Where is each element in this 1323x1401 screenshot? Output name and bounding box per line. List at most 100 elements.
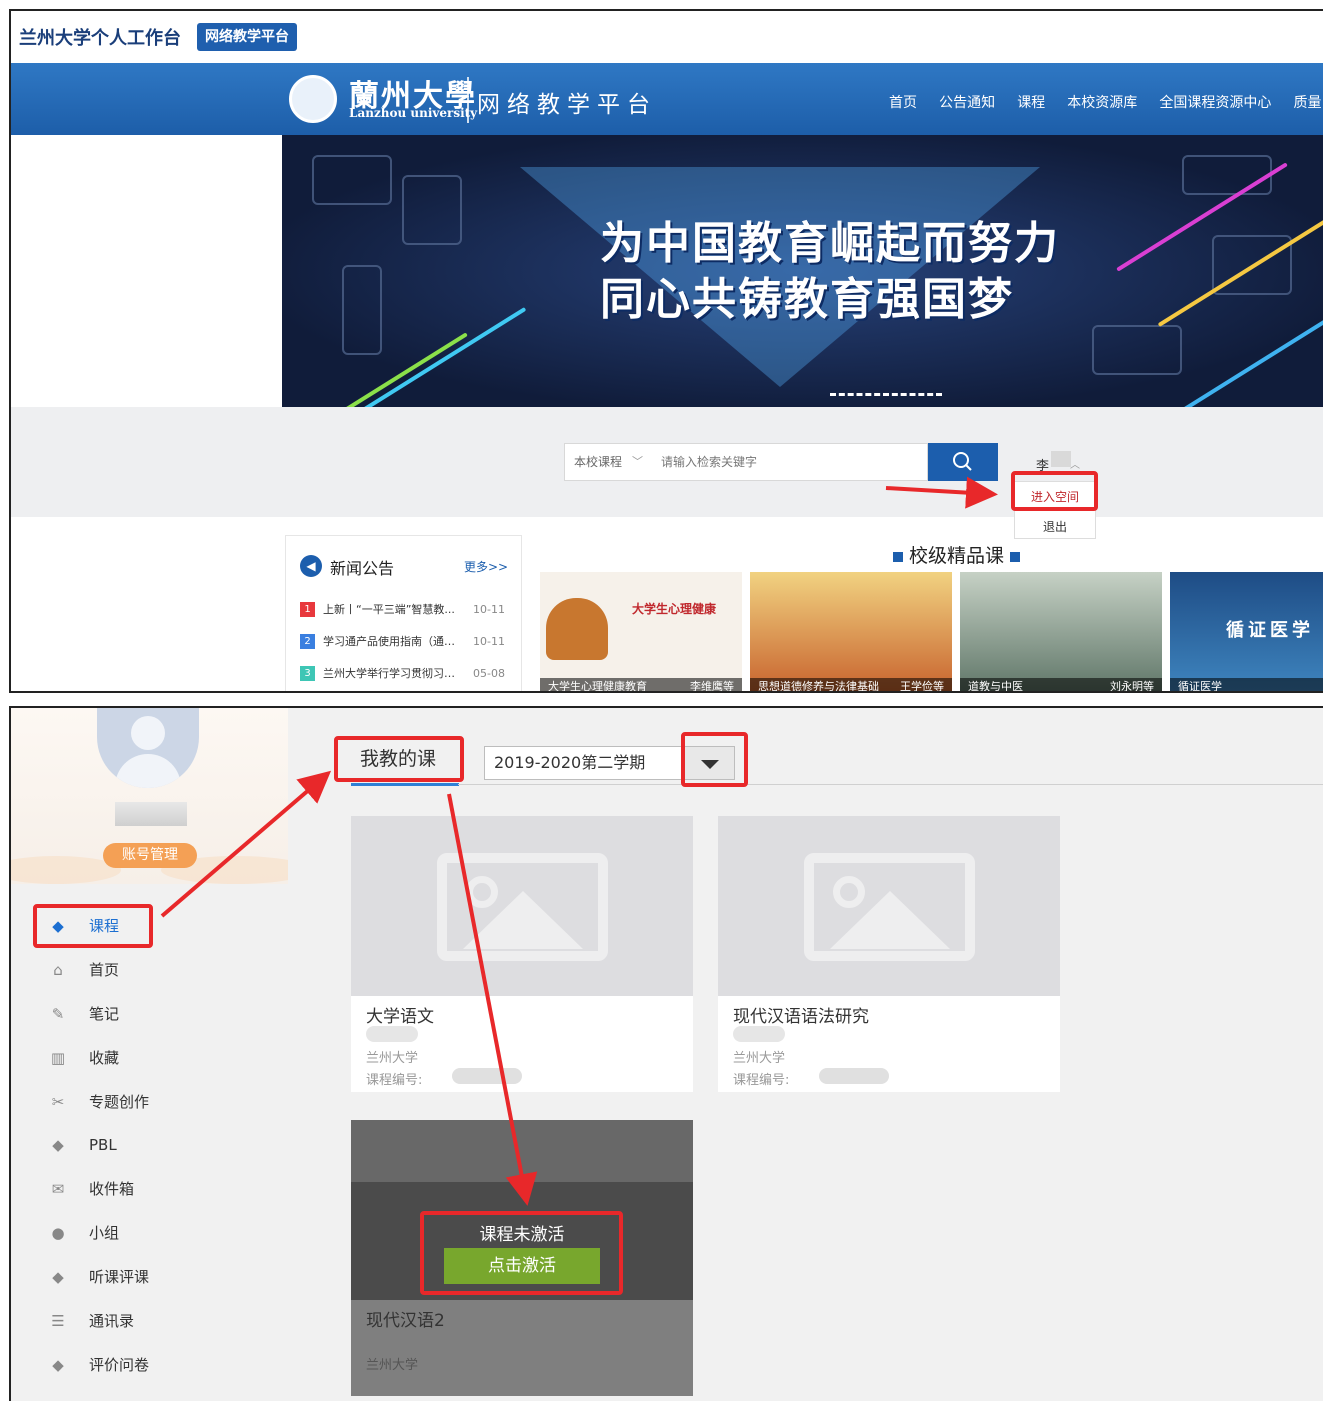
news-panel: ◀ 新闻公告 更多>> 1 上新丨“一平三端”智慧教... 10-11 2 学习通产品… [285, 535, 522, 691]
course-card[interactable]: 现代汉语语法研究 兰州大学 课程编号: [718, 816, 1060, 1092]
platform-badge[interactable]: 网络教学平台 [197, 23, 297, 51]
nav-school-resources[interactable]: 本校资源库 [1067, 95, 1137, 111]
search-scope-label: 本校课程 [574, 455, 623, 469]
nav-quality[interactable]: 质量 [1293, 95, 1321, 111]
sidebar-item-favorites[interactable]: ▥ 收藏 [47, 1043, 247, 1073]
news-date: 10-11 [473, 602, 505, 616]
chevron-up-icon[interactable]: ︿ [1070, 456, 1080, 471]
banner-doodle [1182, 155, 1272, 195]
platform-logo-text: 网络教学平台 [477, 92, 657, 118]
teacher-name-blur [366, 1026, 418, 1042]
course-code-blur [819, 1068, 889, 1084]
tab-divider [458, 784, 1323, 785]
nav-national-resources[interactable]: 全国课程资源中心 [1159, 95, 1271, 111]
heart-bookshelf-icon [546, 598, 608, 660]
sidebar-item-label: 评价问卷 [89, 1356, 150, 1374]
sidebar-item-label: PBL [89, 1136, 117, 1154]
sidebar-item-label: 笔记 [89, 1005, 120, 1023]
term-select[interactable]: 2019-2020第二学期 [484, 746, 682, 780]
news-rank: 3 [300, 665, 315, 681]
search-button[interactable] [928, 443, 998, 481]
search-input[interactable]: 请输入检索关键字 [651, 443, 928, 481]
graduation-cap-icon: ◆ [52, 1268, 64, 1286]
news-title: 新闻公告 [330, 559, 395, 578]
course-title[interactable]: 现代汉语2 [366, 1306, 445, 1331]
featured-course-card[interactable]: 思想道德修养与法律基础 王学俭等 [750, 572, 952, 693]
nav-notices[interactable]: 公告通知 [939, 95, 995, 111]
course-card-inactive[interactable]: 课程未激活 点击激活 现代汉语2 兰州大学 [351, 1120, 693, 1396]
course-image-placeholder [718, 816, 1060, 996]
image-sun [466, 876, 498, 908]
course-title: 思想道德修养与法律基础 [758, 680, 879, 693]
banner-doodle [402, 175, 462, 245]
title-square-icon [893, 551, 903, 562]
inbox-icon: ✉ [51, 1180, 65, 1198]
course-author: 王学俭等 [900, 680, 944, 693]
course-title[interactable]: 大学语文 [366, 1002, 434, 1027]
course-code-label: 课程编号: [366, 1073, 423, 1088]
profile-header: 账号管理 [11, 708, 311, 884]
main-nav: 首页 公告通知 课程 本校资源库 全国课程资源中心 质量 [889, 92, 1323, 112]
portal-screenshot: 兰州大学个人工作台 网络教学平台 蘭州大學 Lanzhou university… [9, 9, 1323, 693]
course-code-blur [452, 1068, 522, 1084]
search-icon [953, 452, 972, 471]
banner-slogan-line1: 为中国教育崛起而努力 [600, 218, 1060, 269]
sidebar-item-label: 首页 [89, 961, 120, 979]
course-card[interactable]: 大学语文 兰州大学 课程编号: [351, 816, 693, 1092]
teacher-name-blur [733, 1026, 785, 1042]
sidebar-item-inbox[interactable]: ✉ 收件箱 [47, 1174, 247, 1204]
featured-course-card[interactable]: 道教与中医 刘永明等 [960, 572, 1162, 693]
chevron-down-icon: ﹀ [632, 455, 643, 468]
site-header: 蘭州大學 Lanzhou university 网络教学平台 首页 公告通知 课… [11, 63, 1323, 135]
sidebar-item-pbl[interactable]: ◆ PBL [47, 1130, 247, 1160]
news-item[interactable]: 2 学习通产品使用指南（通用版） 10-11 [300, 633, 515, 651]
sidebar-item-groups[interactable]: ● 小组 [47, 1218, 247, 1248]
banner-stripe [1174, 317, 1323, 407]
search-scope-select[interactable]: 本校课程 ﹀ [564, 443, 652, 481]
course-title: 大学生心理健康教育 [548, 680, 647, 693]
nav-home[interactable]: 首页 [889, 95, 917, 111]
news-more-link[interactable]: 更多>> [464, 558, 508, 575]
sidebar-item-survey[interactable]: ◆ 评价问卷 [47, 1350, 247, 1380]
banner-doodle [342, 265, 382, 355]
featured-course-card[interactable]: 大学生心理健康 大学生心理健康教育 李维鹰等 [540, 572, 742, 693]
course-code-label: 课程编号: [733, 1073, 790, 1088]
news-item[interactable]: 1 上新丨“一平三端”智慧教... 10-11 [300, 601, 515, 619]
user-name-blur [1051, 451, 1071, 467]
sidebar-item-contacts[interactable]: ☰ 通讯录 [47, 1306, 247, 1336]
sidebar: 账号管理 ◆ 课程 ⌂ 首页 ✎ 笔记 ▥ 收藏 ✂ 专题创作 ◆ PBL ✉ 收件箱 ● 小组… [11, 708, 311, 1401]
avatar[interactable] [97, 708, 199, 788]
featured-course-card[interactable]: 循证医学 循证医学杨 [1170, 572, 1323, 693]
tab-active-indicator [351, 783, 459, 786]
sidebar-item-lecture-review[interactable]: ◆ 听课评课 [47, 1262, 247, 1292]
highlight-my-courses-tab [334, 736, 464, 782]
course-title[interactable]: 现代汉语语法研究 [733, 1002, 869, 1027]
news-item[interactable]: 3 兰州大学举行学习贯彻习近... 05-08 [300, 665, 515, 683]
top-bar: 兰州大学个人工作台 网络教学平台 [11, 11, 1323, 63]
course-title: 道教与中医 [968, 680, 1023, 693]
sidebar-item-home[interactable]: ⌂ 首页 [47, 955, 247, 985]
logout-link[interactable]: 退出 [1015, 518, 1095, 535]
book-icon: ▥ [50, 1049, 66, 1067]
sidebar-item-notes[interactable]: ✎ 笔记 [47, 999, 247, 1029]
highlight-courses-menu [33, 904, 153, 948]
hero-banner[interactable]: 为中国教育崛起而努力 同心共铸教育强国梦 [282, 135, 1323, 407]
course-school: 兰州大学 [366, 1358, 419, 1373]
nav-courses[interactable]: 课程 [1017, 95, 1045, 111]
banner-pagination[interactable] [830, 393, 942, 396]
banner-slogan-line2: 同心共铸教育强国梦 [600, 274, 1014, 325]
graduation-cap-icon: ◆ [52, 1136, 64, 1154]
news-date: 10-11 [473, 634, 505, 648]
account-management-button[interactable]: 账号管理 [103, 843, 197, 868]
course-caption: 道教与中医 刘永明等 [960, 678, 1162, 693]
avatar-head [131, 716, 165, 750]
course-poster-text: 循证医学 [1226, 620, 1314, 641]
highlight-enter-space [1011, 471, 1098, 511]
university-seal-icon [289, 75, 337, 123]
news-text: 兰州大学举行学习贯彻习近... [323, 667, 465, 680]
news-date: 05-08 [473, 666, 505, 680]
course-title: 循证医学 [1178, 680, 1222, 693]
sidebar-item-topic-creation[interactable]: ✂ 专题创作 [47, 1087, 247, 1117]
news-text: 上新丨“一平三端”智慧教... [323, 603, 455, 616]
course-caption: 大学生心理健康教育 李维鹰等 [540, 678, 742, 693]
